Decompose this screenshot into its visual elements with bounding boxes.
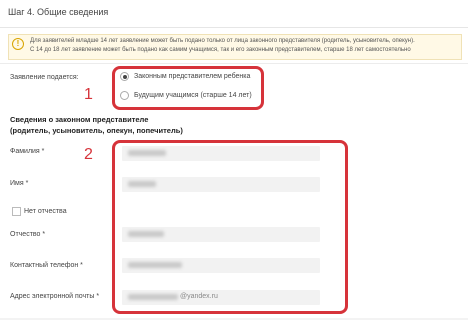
representative-section-title-1: Сведения о законном представителе <box>10 115 149 124</box>
surname-label: Фамилия * <box>10 148 45 155</box>
name-label: Имя * <box>10 180 29 187</box>
annotation-number-2: 2 <box>84 146 93 163</box>
no-patronymic-label: Нет отчества <box>24 208 67 215</box>
annotation-box-2 <box>112 140 348 314</box>
notice-line-2: С 14 до 18 лет заявление может быть пода… <box>30 47 411 53</box>
info-icon: ! <box>12 38 24 50</box>
phone-label: Контактный телефон * <box>10 262 83 269</box>
annotation-number-1: 1 <box>84 86 93 103</box>
header-divider <box>0 27 468 28</box>
patronymic-label: Отчество * <box>10 231 46 238</box>
representative-section-title-2: (родитель, усыновитель, опекун, попечите… <box>10 126 183 135</box>
email-label: Адрес электронной почты * <box>10 293 100 300</box>
step-title: Шаг 4. Общие сведения <box>8 7 109 17</box>
no-patronymic-checkbox[interactable] <box>12 207 21 216</box>
notice-line-1: Для заявителей младше 14 лет заявление м… <box>30 38 415 44</box>
submitted-by-label: Заявление подается: <box>10 74 79 81</box>
annotation-box-1 <box>112 66 264 110</box>
notice-divider <box>0 63 468 64</box>
